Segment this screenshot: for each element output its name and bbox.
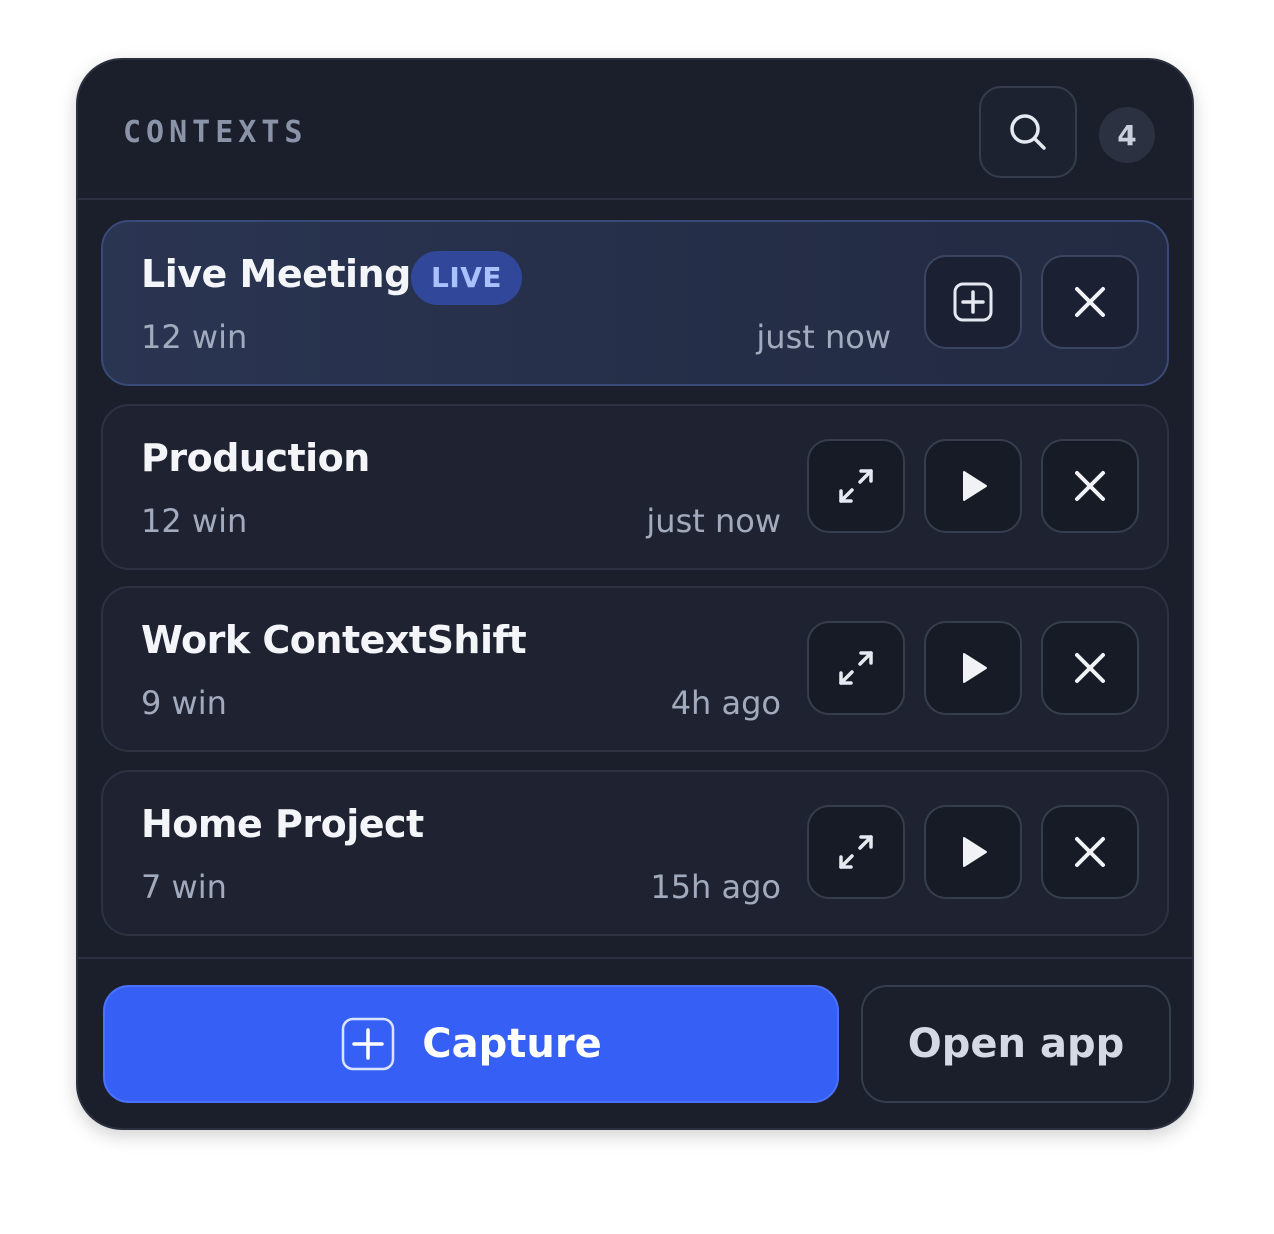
close-icon xyxy=(1075,471,1105,501)
capture-button[interactable]: Capture xyxy=(103,985,839,1103)
context-window-count: 7 win xyxy=(141,868,227,906)
context-window-count: 12 win xyxy=(141,502,248,540)
context-card-production[interactable]: Production 12 win just now xyxy=(101,404,1169,570)
close-icon xyxy=(1075,287,1105,317)
context-count-badge: 4 xyxy=(1099,107,1155,163)
context-window-count: 9 win xyxy=(141,684,227,722)
expand-icon xyxy=(839,835,873,869)
context-card-home-project[interactable]: Home Project 7 win 15h ago xyxy=(101,770,1169,936)
close-icon xyxy=(1075,653,1105,683)
context-card-live-meeting[interactable]: Live Meeting LIVE 12 win just now xyxy=(101,220,1169,386)
context-timestamp: 15h ago xyxy=(650,868,781,906)
contexts-panel: CONTEXTS 4 Live Meeting LIVE 12 win just… xyxy=(76,58,1194,1130)
expand-icon xyxy=(839,469,873,503)
capture-label: Capture xyxy=(422,1021,602,1067)
close-context-button[interactable] xyxy=(1041,805,1139,899)
open-app-label: Open app xyxy=(907,1021,1125,1067)
close-context-button[interactable] xyxy=(1041,255,1139,349)
context-window-count: 12 win xyxy=(141,318,248,356)
context-card-work-contextshift[interactable]: Work ContextShift 9 win 4h ago xyxy=(101,586,1169,752)
context-name: Home Project xyxy=(141,802,424,846)
search-button[interactable] xyxy=(979,86,1077,178)
panel-title: CONTEXTS xyxy=(123,115,308,150)
context-timestamp: just now xyxy=(646,502,781,540)
play-icon xyxy=(963,837,987,867)
play-context-button[interactable] xyxy=(924,621,1022,715)
play-context-button[interactable] xyxy=(924,439,1022,533)
panel-header: CONTEXTS 4 xyxy=(78,60,1192,200)
footer-divider xyxy=(78,957,1192,959)
play-context-button[interactable] xyxy=(924,805,1022,899)
close-context-button[interactable] xyxy=(1041,621,1139,715)
expand-icon xyxy=(839,651,873,685)
add-window-button[interactable] xyxy=(924,255,1022,349)
play-icon xyxy=(963,471,987,501)
context-name: Live Meeting xyxy=(141,252,411,296)
open-app-button[interactable]: Open app xyxy=(861,985,1171,1103)
close-icon xyxy=(1075,837,1105,867)
context-timestamp: just now xyxy=(756,318,891,356)
context-name: Work ContextShift xyxy=(141,618,527,662)
context-timestamp: 4h ago xyxy=(670,684,781,722)
context-name: Production xyxy=(141,436,370,480)
add-icon xyxy=(953,282,993,322)
expand-context-button[interactable] xyxy=(807,439,905,533)
play-icon xyxy=(963,653,987,683)
expand-context-button[interactable] xyxy=(807,621,905,715)
expand-context-button[interactable] xyxy=(807,805,905,899)
plus-square-icon xyxy=(340,1016,396,1072)
close-context-button[interactable] xyxy=(1041,439,1139,533)
live-badge: LIVE xyxy=(411,251,523,305)
search-icon xyxy=(1010,114,1046,150)
